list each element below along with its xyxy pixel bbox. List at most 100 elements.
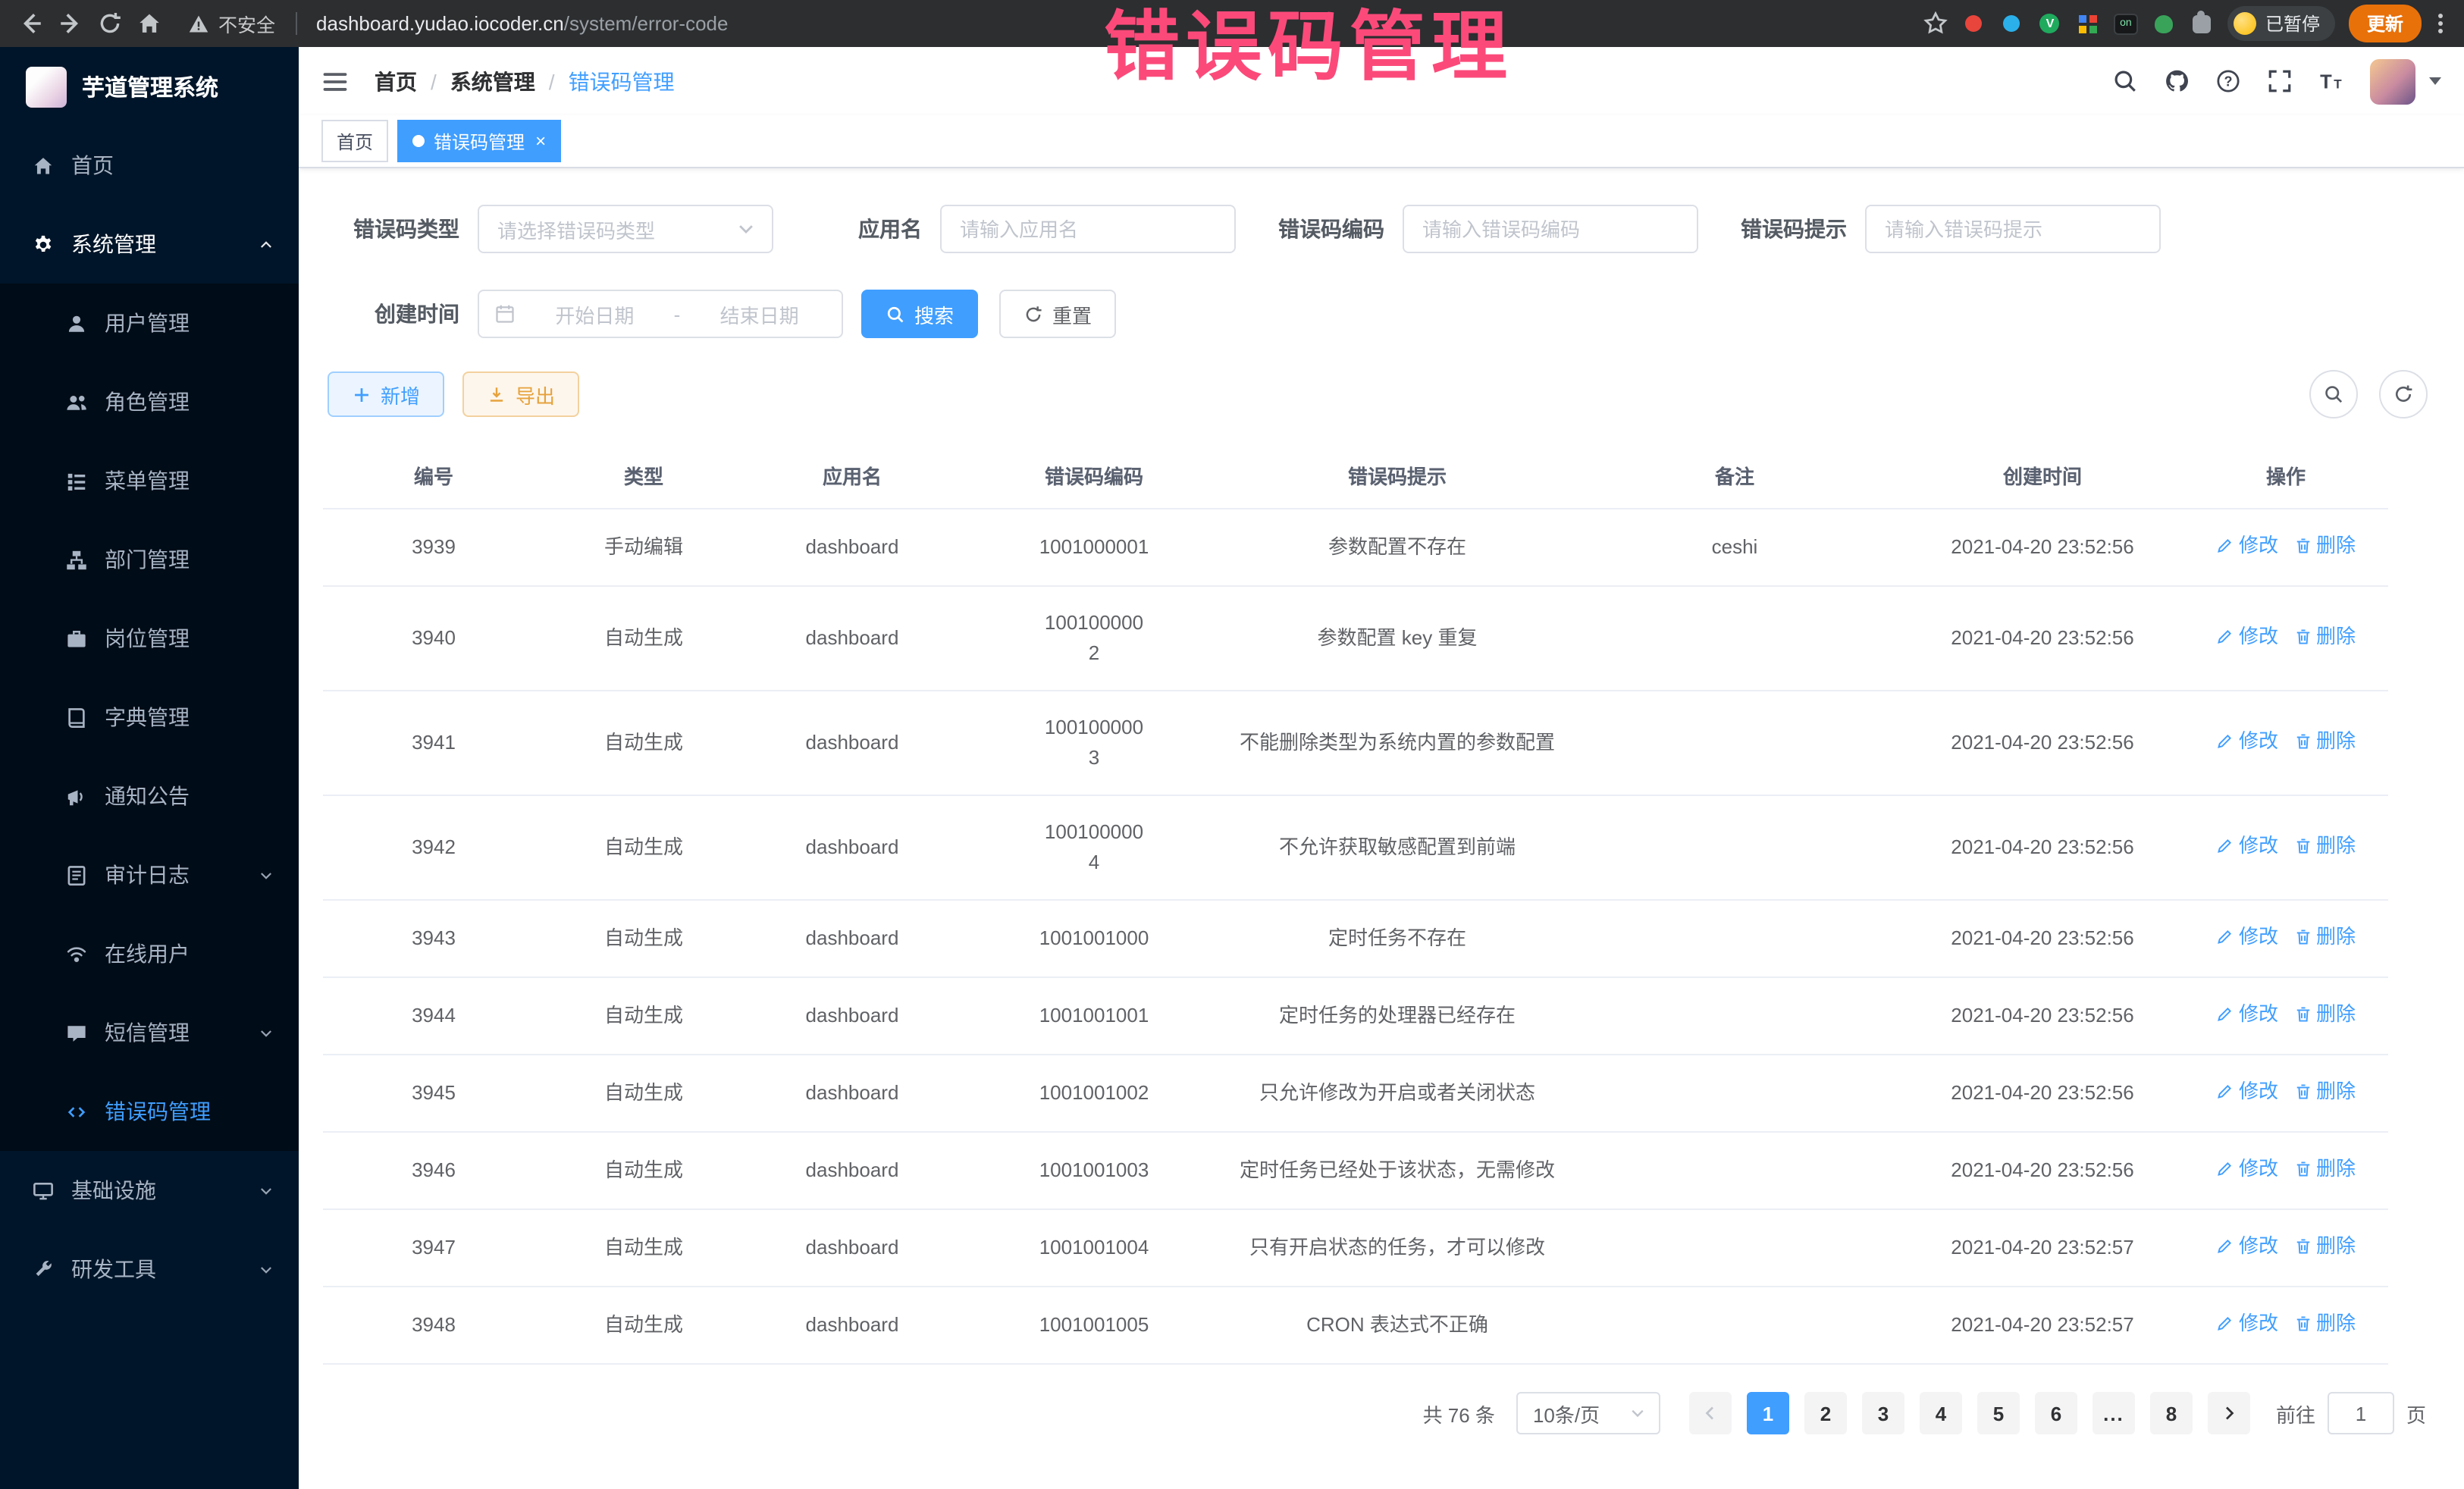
avatar-caret-icon[interactable] xyxy=(2429,77,2441,85)
github-icon[interactable] xyxy=(2164,68,2190,94)
sidebar-item-dept[interactable]: 部门管理 xyxy=(0,520,299,599)
page-button-3[interactable]: 3 xyxy=(1862,1392,1904,1434)
cell-remark xyxy=(1568,586,1901,691)
home-button-icon[interactable] xyxy=(136,11,162,36)
date-range-picker[interactable]: 开始日期 - 结束日期 xyxy=(478,290,843,338)
goto-page-input[interactable] xyxy=(2328,1392,2394,1434)
edit-link[interactable]: 修改 xyxy=(2216,1231,2278,1262)
delete-link[interactable]: 删除 xyxy=(2293,922,2356,952)
edit-link[interactable]: 修改 xyxy=(2216,726,2278,757)
bookmark-star-icon[interactable] xyxy=(1923,11,1948,36)
font-size-icon[interactable]: TT xyxy=(2318,68,2344,94)
tab-error-code[interactable]: 错误码管理 × xyxy=(397,120,561,162)
extensions-puzzle-icon[interactable] xyxy=(2190,11,2214,36)
page-more-button[interactable]: ... xyxy=(2093,1392,2135,1434)
download-icon xyxy=(487,384,506,404)
help-icon[interactable]: ? xyxy=(2215,68,2241,94)
app-name-input[interactable] xyxy=(942,206,1234,252)
sidebar-item-sms[interactable]: 短信管理 xyxy=(0,993,299,1072)
sidebar-item-post[interactable]: 岗位管理 xyxy=(0,599,299,678)
delete-icon xyxy=(2293,628,2312,646)
sidebar-item-label: 研发工具 xyxy=(71,1254,241,1284)
edit-link[interactable]: 修改 xyxy=(2216,1154,2278,1184)
next-page-button[interactable] xyxy=(2208,1392,2250,1434)
chevron-down-icon xyxy=(1629,1404,1647,1422)
logo-row[interactable]: 芋道管理系统 xyxy=(0,47,299,126)
edit-link[interactable]: 修改 xyxy=(2216,531,2278,561)
reset-button[interactable]: 重置 xyxy=(999,290,1116,338)
export-button[interactable]: 导出 xyxy=(462,371,579,417)
breadcrumb-home[interactable]: 首页 xyxy=(375,66,417,96)
extension-icon-teal[interactable] xyxy=(2000,11,2024,36)
delete-link[interactable]: 删除 xyxy=(2293,531,2356,561)
page-button-2[interactable]: 2 xyxy=(1804,1392,1847,1434)
sidebar-item-dict[interactable]: 字典管理 xyxy=(0,678,299,757)
delete-link[interactable]: 删除 xyxy=(2293,1309,2356,1339)
edit-link[interactable]: 修改 xyxy=(2216,1077,2278,1107)
sidebar-item-online-user[interactable]: 在线用户 xyxy=(0,914,299,993)
edit-link[interactable]: 修改 xyxy=(2216,999,2278,1030)
delete-link[interactable]: 删除 xyxy=(2293,999,2356,1030)
forward-icon[interactable] xyxy=(58,11,83,36)
sidebar-item-label: 通知公告 xyxy=(105,781,274,811)
extension-icon-grid[interactable] xyxy=(2076,11,2100,36)
edit-link[interactable]: 修改 xyxy=(2216,1309,2278,1339)
cell-type: 自动生成 xyxy=(544,1209,743,1287)
delete-link[interactable]: 删除 xyxy=(2293,622,2356,652)
extension-icon-paw[interactable] xyxy=(2152,11,2176,36)
back-icon[interactable] xyxy=(18,11,44,36)
sidebar-item-infra[interactable]: 基础设施 xyxy=(0,1151,299,1230)
sidebar-item-system[interactable]: 系统管理 xyxy=(0,205,299,284)
page-button-4[interactable]: 4 xyxy=(1920,1392,1962,1434)
sidebar-toggle-icon[interactable] xyxy=(321,67,349,95)
delete-link[interactable]: 删除 xyxy=(2293,1077,2356,1107)
refresh-icon[interactable] xyxy=(97,11,123,36)
chevron-down-icon xyxy=(258,1261,274,1277)
add-button[interactable]: 新增 xyxy=(328,371,444,417)
browser-update-button[interactable]: 更新 xyxy=(2349,5,2422,42)
error-hint-input[interactable] xyxy=(1867,206,2159,252)
address-url[interactable]: dashboard.yudao.iocoder.cn/system/error-… xyxy=(316,12,728,35)
breadcrumb-system[interactable]: 系统管理 xyxy=(450,66,535,96)
delete-link[interactable]: 删除 xyxy=(2293,726,2356,757)
error-code-input[interactable] xyxy=(1404,206,1697,252)
prev-page-button[interactable] xyxy=(1689,1392,1732,1434)
sidebar-item-audit-log[interactable]: 审计日志 xyxy=(0,835,299,914)
sidebar-item-role[interactable]: 角色管理 xyxy=(0,362,299,441)
user-avatar[interactable] xyxy=(2370,58,2415,104)
page-size-select[interactable]: 10条/页 xyxy=(1516,1392,1660,1434)
extension-icon-green-check[interactable]: V xyxy=(2038,11,2062,36)
sidebar-item-dev-tools[interactable]: 研发工具 xyxy=(0,1230,299,1309)
page-button-6[interactable]: 6 xyxy=(2035,1392,2077,1434)
delete-link[interactable]: 删除 xyxy=(2293,1154,2356,1184)
profile-chip[interactable]: 已暂停 xyxy=(2227,6,2335,41)
security-indicator[interactable]: 不安全 xyxy=(188,9,275,38)
search-button[interactable]: 搜索 xyxy=(861,290,978,338)
edit-link[interactable]: 修改 xyxy=(2216,622,2278,652)
extension-icon-on-badge[interactable]: on xyxy=(2114,11,2138,36)
error-type-select[interactable]: 请选择错误码类型 xyxy=(478,205,773,253)
table-header-row: 编号类型应用名错误码编码错误码提示备注创建时间操作 xyxy=(323,443,2388,509)
sidebar-item-user[interactable]: 用户管理 xyxy=(0,284,299,362)
header-search-icon[interactable] xyxy=(2112,68,2138,94)
toggle-search-button[interactable] xyxy=(2309,370,2358,418)
chevron-down-icon xyxy=(735,218,757,240)
extension-icon-red[interactable] xyxy=(1962,11,1986,36)
edit-link[interactable]: 修改 xyxy=(2216,831,2278,861)
page-button-5[interactable]: 5 xyxy=(1977,1392,2020,1434)
sidebar-item-home[interactable]: 首页 xyxy=(0,126,299,205)
delete-link[interactable]: 删除 xyxy=(2293,1231,2356,1262)
sidebar-item-notice[interactable]: 通知公告 xyxy=(0,757,299,835)
column-header: 错误码编码 xyxy=(961,443,1227,509)
page-button-8[interactable]: 8 xyxy=(2150,1392,2193,1434)
refresh-table-button[interactable] xyxy=(2379,370,2428,418)
tab-close-icon[interactable]: × xyxy=(534,132,546,150)
page-button-1[interactable]: 1 xyxy=(1747,1392,1789,1434)
delete-link[interactable]: 删除 xyxy=(2293,831,2356,861)
edit-link[interactable]: 修改 xyxy=(2216,922,2278,952)
fullscreen-icon[interactable] xyxy=(2267,68,2293,94)
sidebar-item-error-code[interactable]: 错误码管理 xyxy=(0,1072,299,1151)
tab-home[interactable]: 首页 xyxy=(321,120,388,162)
browser-menu-icon[interactable] xyxy=(2435,14,2446,33)
sidebar-item-menu[interactable]: 菜单管理 xyxy=(0,441,299,520)
